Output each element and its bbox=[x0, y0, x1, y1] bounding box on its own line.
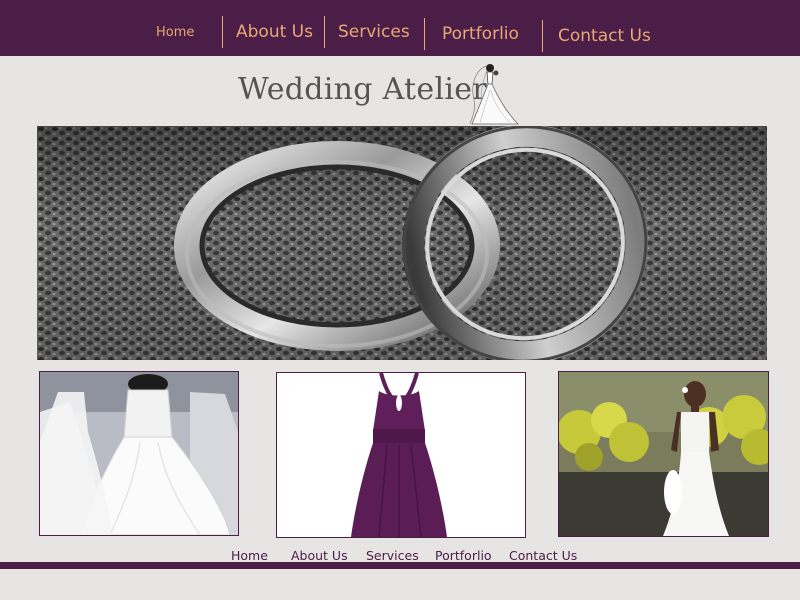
nav-divider bbox=[424, 18, 425, 50]
nav-services-link[interactable]: Services bbox=[338, 22, 410, 42]
footer-home-link[interactable]: Home bbox=[231, 548, 268, 563]
bride-thumbnail[interactable] bbox=[558, 371, 769, 537]
nav-portfolio-link[interactable]: Portforlio bbox=[442, 24, 519, 44]
gowns-thumbnail[interactable] bbox=[39, 371, 239, 536]
site-logo-text[interactable]: Wedding Atelier bbox=[238, 72, 487, 107]
bride-logo-icon bbox=[469, 64, 519, 125]
purple-dress-thumbnail[interactable] bbox=[276, 372, 526, 538]
top-nav: Home About Us Services Portforlio Contac… bbox=[0, 0, 800, 56]
footer-portfolio-link[interactable]: Portforlio bbox=[435, 548, 492, 563]
nav-divider bbox=[324, 16, 325, 48]
nav-divider bbox=[542, 20, 543, 52]
nav-about-link[interactable]: About Us bbox=[236, 22, 313, 42]
footer-bar bbox=[0, 562, 800, 569]
nav-divider bbox=[222, 16, 223, 48]
nav-home-link[interactable]: Home bbox=[156, 25, 194, 40]
hero-rings-image bbox=[37, 126, 767, 360]
footer-services-link[interactable]: Services bbox=[366, 548, 419, 563]
footer-contact-link[interactable]: Contact Us bbox=[509, 548, 577, 563]
nav-contact-link[interactable]: Contact Us bbox=[558, 26, 651, 46]
footer-about-link[interactable]: About Us bbox=[291, 548, 348, 563]
